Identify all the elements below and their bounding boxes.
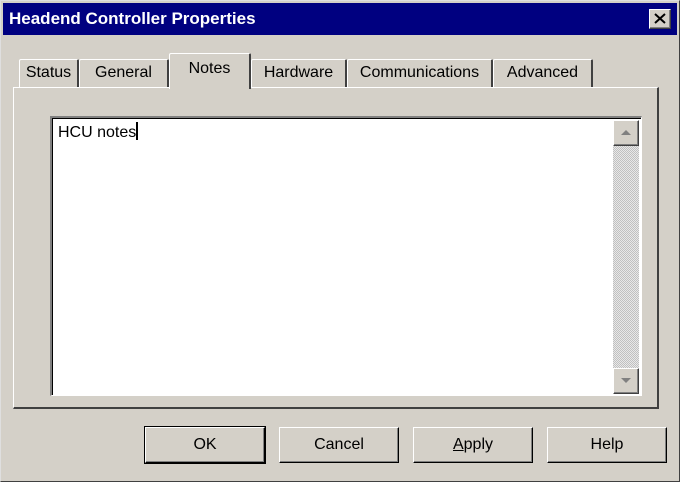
scroll-up-button[interactable] bbox=[613, 120, 639, 146]
tab-label: General bbox=[95, 64, 152, 81]
window-title: Headend Controller Properties bbox=[9, 9, 256, 28]
notes-textarea[interactable]: HCU notes bbox=[50, 116, 642, 396]
tab-advanced[interactable]: Advanced bbox=[493, 59, 593, 87]
tab-hardware[interactable]: Hardware bbox=[251, 59, 347, 87]
cancel-button-label: Cancel bbox=[314, 436, 364, 453]
notes-panel: HCU notes bbox=[13, 87, 659, 409]
tab-notes[interactable]: Notes bbox=[169, 53, 251, 89]
properties-dialog: Headend Controller Properties Status Gen… bbox=[0, 0, 680, 482]
apply-button[interactable]: Apply bbox=[413, 427, 533, 463]
ok-button-label: OK bbox=[193, 436, 217, 453]
tab-status[interactable]: Status bbox=[19, 59, 79, 87]
close-icon bbox=[654, 13, 666, 24]
notes-text[interactable]: HCU notes bbox=[58, 122, 139, 142]
tab-general[interactable]: General bbox=[79, 59, 169, 87]
help-button-label: Help bbox=[590, 436, 624, 453]
tab-label: Status bbox=[25, 64, 72, 81]
tab-label: Communications bbox=[359, 64, 480, 81]
close-button[interactable] bbox=[649, 9, 671, 29]
apply-button-label: pply bbox=[463, 436, 494, 453]
tab-label: Hardware bbox=[263, 64, 334, 81]
arrow-down-icon bbox=[621, 378, 631, 383]
text-caret bbox=[136, 122, 139, 140]
scroll-down-button[interactable] bbox=[613, 368, 639, 394]
tab-label: Advanced bbox=[506, 64, 579, 81]
cancel-button[interactable]: Cancel bbox=[279, 427, 399, 463]
help-button[interactable]: Help bbox=[547, 427, 667, 463]
tab-communications[interactable]: Communications bbox=[347, 59, 493, 87]
arrow-up-icon bbox=[621, 130, 631, 135]
tab-label: Notes bbox=[188, 60, 231, 77]
apply-access-key: A bbox=[452, 436, 464, 453]
ok-button[interactable]: OK bbox=[144, 426, 266, 464]
title-bar[interactable]: Headend Controller Properties bbox=[3, 3, 677, 35]
vertical-scrollbar[interactable] bbox=[613, 120, 639, 394]
